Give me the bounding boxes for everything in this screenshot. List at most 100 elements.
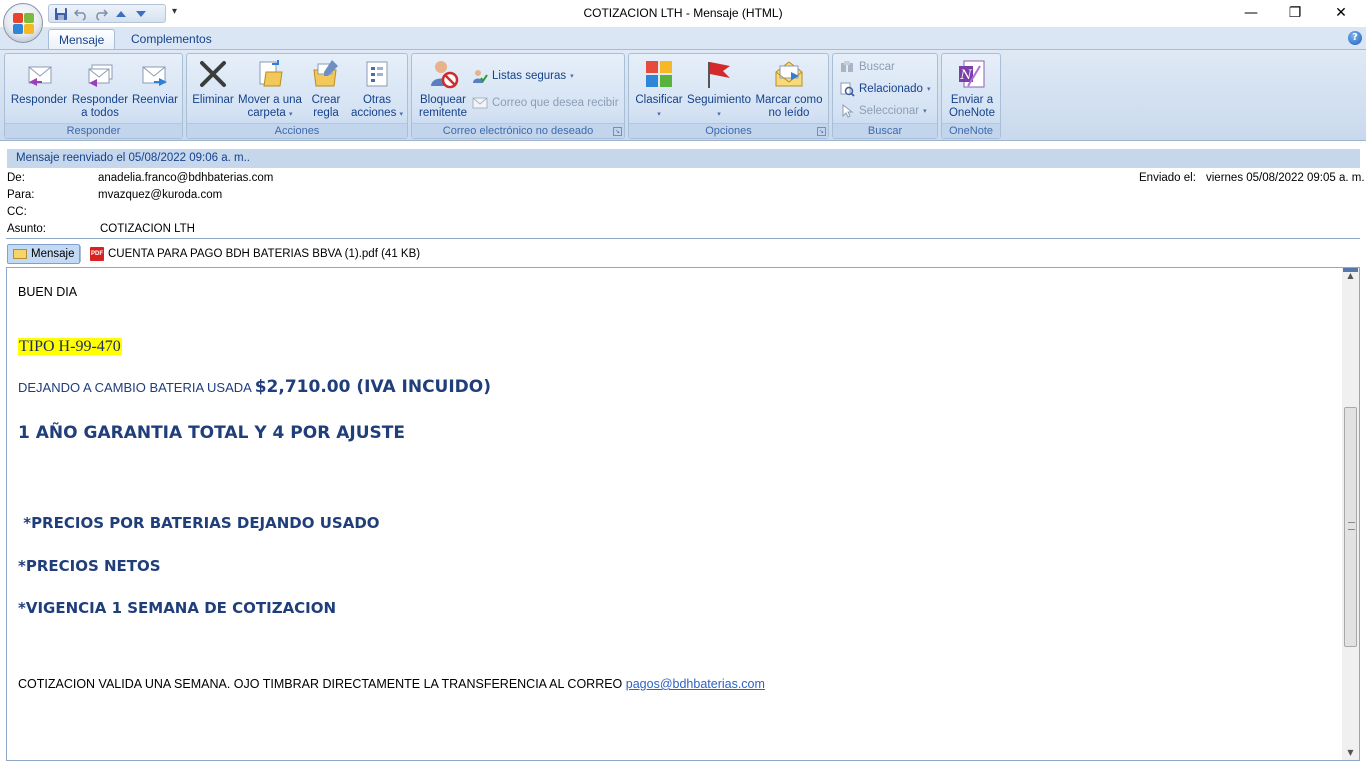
tipo-line: TIPO H-99-470 — [18, 338, 122, 356]
dialog-launcher-icon[interactable]: ↘ — [817, 127, 826, 136]
reply-icon — [23, 58, 55, 90]
categorize-button[interactable]: Clasificar ▾ — [632, 58, 686, 121]
follow-up-flag-icon — [703, 58, 735, 90]
office-logo-icon — [13, 13, 35, 35]
group-buscar: Buscar Relacionado ▾ Seleccionar ▾ Busca… — [832, 53, 938, 139]
minimize-button[interactable]: — — [1228, 2, 1274, 24]
group-onenote: N Enviar a OneNote OneNote — [941, 53, 1001, 139]
safe-lists-button[interactable]: Listas seguras ▾ — [472, 67, 574, 85]
group-opciones: Clasificar ▾ Seguimiento ▾ Marcar como no … — [628, 53, 829, 139]
move-folder-icon — [254, 58, 286, 90]
not-junk-button[interactable]: Correo que desea recibir — [472, 94, 619, 112]
subject-label: Asunto: — [7, 223, 46, 235]
delete-button[interactable]: Eliminar — [190, 58, 236, 107]
mark-unread-icon — [773, 58, 805, 90]
reply-all-icon — [84, 58, 116, 90]
note-prices-used: *PRECIOS POR BATERIAS DEJANDO USADO — [18, 514, 380, 532]
tab-complementos[interactable]: Complementos — [121, 29, 222, 50]
group-label-onenote: OneNote — [942, 123, 1000, 138]
help-icon[interactable]: ? — [1348, 31, 1362, 45]
create-rule-icon — [310, 58, 342, 90]
from-label: De: — [7, 172, 25, 184]
greeting-text: BUEN DIA — [18, 285, 78, 299]
reply-all-button[interactable]: Responder a todos — [69, 58, 131, 120]
to-label: Para: — [7, 189, 35, 201]
cc-row: CC: — [7, 206, 607, 221]
message-body-tab[interactable]: Mensaje — [7, 244, 81, 264]
create-rule-button[interactable]: Crear regla — [305, 58, 347, 120]
restore-button[interactable]: ❐ — [1272, 2, 1318, 24]
follow-up-button[interactable]: Seguimiento ▾ — [685, 58, 753, 121]
not-junk-icon — [472, 95, 488, 111]
close-button[interactable]: ✕ — [1318, 2, 1364, 24]
group-acciones: Eliminar Mover a una carpeta ▾ Crear reg… — [186, 53, 408, 139]
envelope-icon — [13, 249, 27, 259]
reply-button[interactable]: Responder — [8, 58, 70, 107]
from-value[interactable]: anadelia.franco@bdhbaterias.com — [98, 172, 273, 184]
group-label-opciones: Opciones — [629, 123, 828, 138]
categorize-icon — [643, 58, 675, 90]
cc-label: CC: — [7, 206, 27, 218]
related-icon — [839, 81, 855, 97]
forward-button[interactable]: Reenviar — [130, 58, 180, 107]
group-label-buscar: Buscar — [833, 123, 937, 138]
dialog-launcher-icon[interactable]: ↘ — [613, 127, 622, 136]
move-to-folder-button[interactable]: Mover a una carpeta ▾ — [235, 58, 305, 121]
find-icon — [839, 59, 855, 75]
group-responder: Responder Responder a todos Reenviar Res… — [4, 53, 183, 139]
price-line: DEJANDO A CAMBIO BATERIA USADA $2,710.00… — [18, 377, 491, 397]
pdf-icon: PDF — [90, 247, 104, 261]
block-sender-button[interactable]: Bloquear remitente — [415, 58, 471, 120]
tipo-highlight: TIPO H-99-470 — [18, 338, 122, 355]
block-sender-icon — [427, 58, 459, 90]
select-button[interactable]: Seleccionar ▾ — [839, 102, 927, 120]
to-row: Para: mvazquez@kuroda.com — [7, 189, 607, 204]
scroll-position-marker — [1343, 268, 1358, 272]
subject-value: COTIZACION LTH — [100, 223, 195, 235]
message-body[interactable]: BUEN DIA TIPO H-99-470 DEJANDO A CAMBIO … — [6, 267, 1360, 761]
footer-line: COTIZACION VALIDA UNA SEMANA. OJO TIMBRA… — [18, 677, 765, 691]
warranty-text: 1 AÑO GARANTIA TOTAL Y 4 POR AJUSTE — [18, 423, 405, 443]
attachment-pdf[interactable]: PDF CUENTA PARA PAGO BDH BATERIAS BBVA (… — [85, 244, 425, 264]
group-label-correo-no-deseado: Correo electrónico no deseado — [412, 123, 624, 138]
note-net-prices: *PRECIOS NETOS — [18, 557, 161, 575]
grip-icon — [1348, 522, 1355, 530]
delete-icon — [197, 58, 229, 90]
safe-lists-icon — [472, 68, 488, 84]
exchange-text: DEJANDO A CAMBIO BATERIA USADA — [18, 380, 255, 395]
vertical-scrollbar[interactable]: ▲ ▼ — [1342, 268, 1359, 760]
title-bar: ▾ COTIZACION LTH - Mensaje (HTML) — ❐ ✕ — [0, 0, 1366, 27]
attachment-divider — [80, 246, 81, 262]
footer-text: COTIZACION VALIDA UNA SEMANA. OJO TIMBRA… — [18, 677, 626, 691]
other-actions-icon — [361, 58, 393, 90]
to-value[interactable]: mvazquez@kuroda.com — [98, 189, 222, 201]
price-text: $2,710.00 (IVA INCUIDO) — [254, 377, 492, 397]
window-title: COTIZACION LTH - Mensaje (HTML) — [583, 6, 783, 20]
scroll-thumb[interactable] — [1344, 407, 1357, 647]
forward-icon — [139, 58, 171, 90]
ribbon-tabs: Mensaje Complementos — [0, 27, 1366, 50]
office-button[interactable] — [3, 3, 43, 43]
related-button[interactable]: Relacionado ▾ — [839, 80, 930, 98]
send-to-onenote-button[interactable]: N Enviar a OneNote — [944, 58, 1000, 120]
attachment-bar: Mensaje PDF CUENTA PARA PAGO BDH BATERIA… — [7, 243, 1360, 265]
group-correo-no-deseado: Bloquear remitente Listas seguras ▾ Corr… — [411, 53, 625, 139]
onenote-icon: N — [956, 58, 988, 90]
forwarded-info-bar: Mensaje reenviado el 05/08/2022 09:06 a.… — [7, 149, 1360, 168]
header-divider — [6, 238, 1360, 239]
mark-unread-button[interactable]: Marcar como no leído — [753, 58, 825, 120]
from-row: De: anadelia.franco@bdhbaterias.com Envi… — [7, 172, 1365, 187]
select-icon — [839, 103, 855, 119]
subject-row: Asunto: COTIZACION LTH — [7, 223, 607, 238]
group-label-acciones: Acciones — [187, 123, 407, 138]
scroll-down-icon[interactable]: ▼ — [1342, 745, 1359, 760]
sent-label: Enviado el: — [1139, 172, 1196, 184]
payments-email-link[interactable]: pagos@bdhbaterias.com — [626, 677, 765, 691]
tab-mensaje[interactable]: Mensaje — [48, 29, 116, 50]
find-button[interactable]: Buscar — [839, 58, 895, 76]
other-actions-button[interactable]: Otras acciones ▾ — [347, 58, 407, 121]
ribbon: Responder Responder a todos Reenviar Res… — [0, 49, 1366, 141]
note-validity: *VIGENCIA 1 SEMANA DE COTIZACION — [18, 599, 337, 617]
sent-value: viernes 05/08/2022 09:05 a. m. — [1206, 172, 1365, 184]
group-label-responder: Responder — [5, 123, 182, 138]
